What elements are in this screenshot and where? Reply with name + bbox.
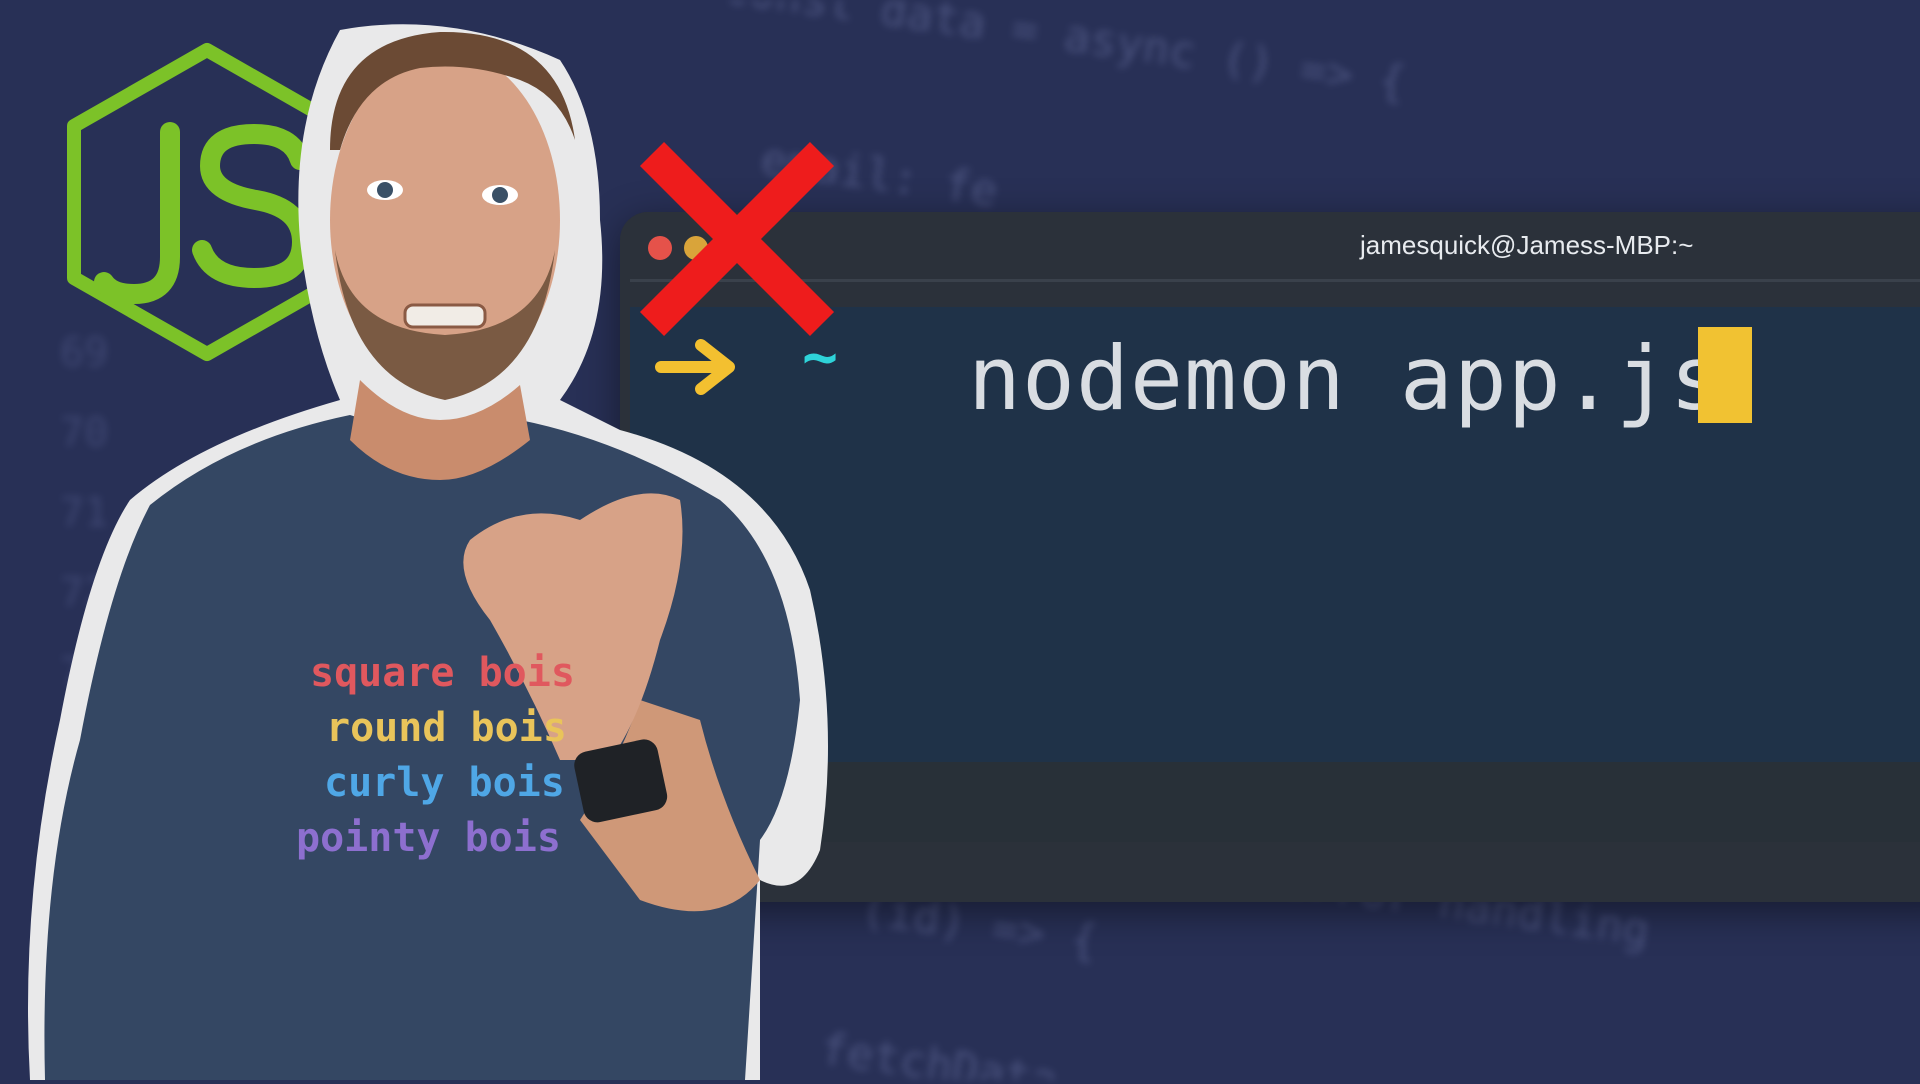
shirt-line-1: square bois (310, 650, 575, 696)
shirt-line-4: pointy bois (296, 815, 561, 861)
presenter (0, 0, 900, 1084)
terminal-cursor (1698, 327, 1752, 423)
shirt-line-3: curly bois (324, 760, 565, 806)
terminal-command: nodemon app.js (968, 327, 1724, 430)
terminal-title: jamesquick@Jamess-MBP:~ (1360, 230, 1694, 260)
shirt-line-2: round bois (326, 705, 567, 751)
